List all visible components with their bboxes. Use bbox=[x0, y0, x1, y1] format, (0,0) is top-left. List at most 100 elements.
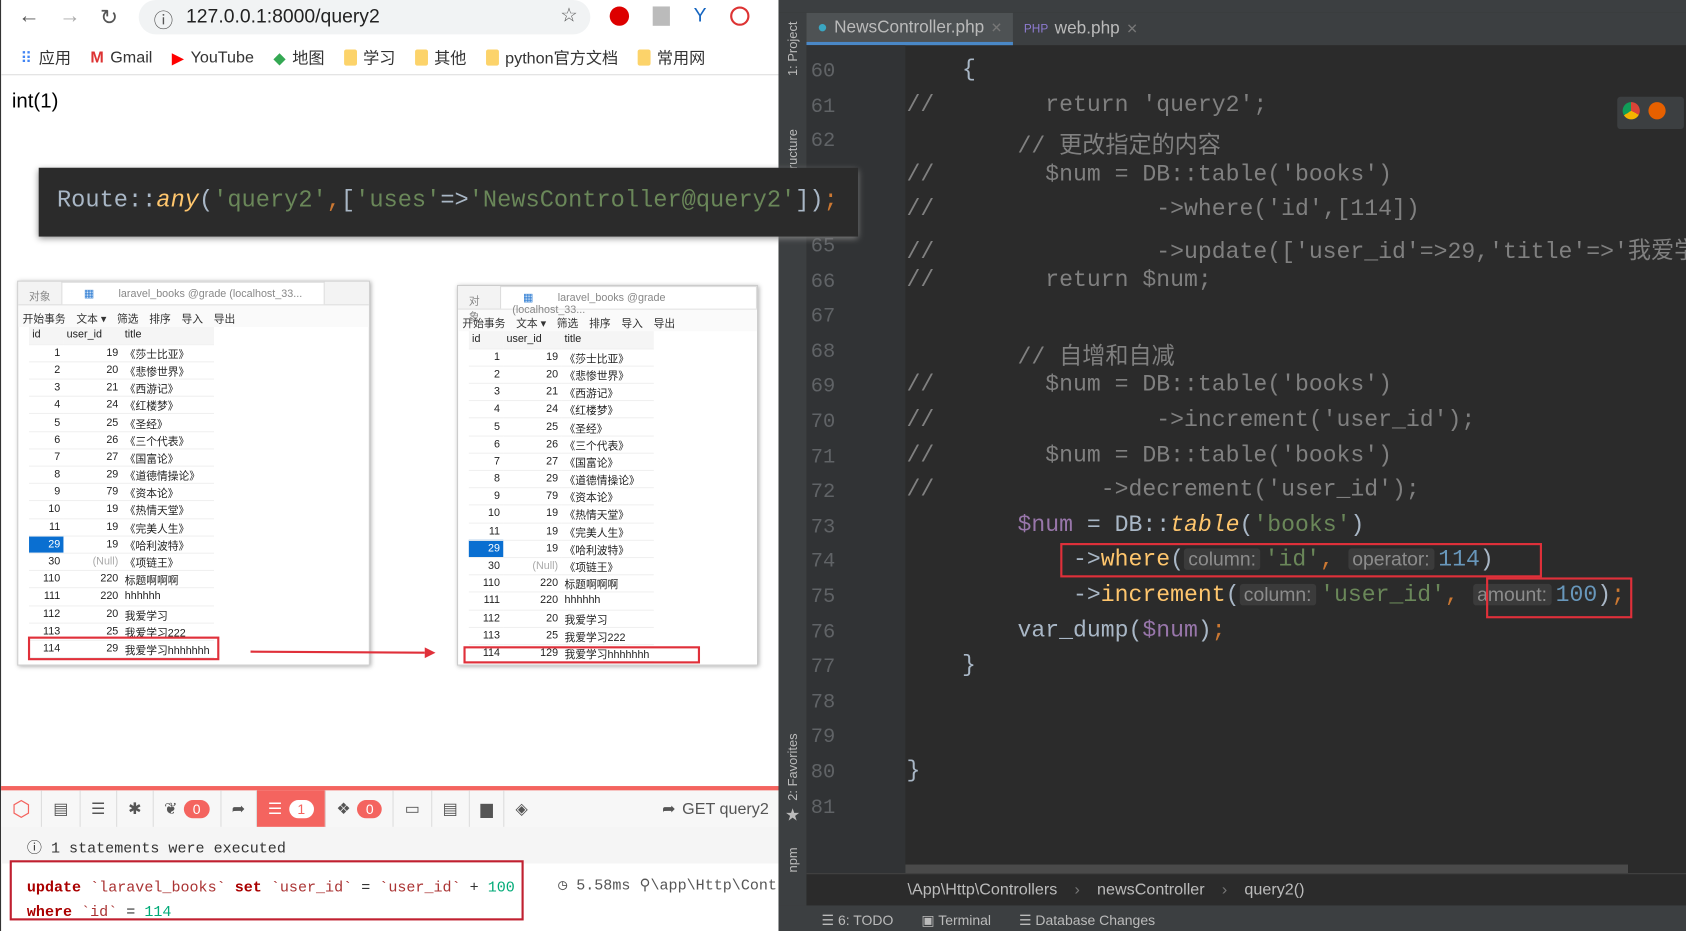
table-row[interactable]: 2 20 《悲惨世界》 bbox=[468, 366, 654, 384]
table-row[interactable]: 9 79 《资本论》 bbox=[468, 487, 654, 506]
toolbar-button[interactable]: 筛选 bbox=[117, 310, 139, 326]
bookmark-folder[interactable]: 学习 bbox=[343, 46, 395, 69]
breadcrumb-item[interactable]: newsController bbox=[1097, 881, 1205, 906]
table-row[interactable]: 8 29 《道德情操论》 bbox=[29, 466, 214, 485]
toolbar-button[interactable]: 导入 bbox=[182, 310, 204, 326]
table-row[interactable]: 9 79 《资本论》 bbox=[29, 483, 214, 502]
table-row[interactable]: 5 25 《圣经》 bbox=[29, 413, 214, 432]
table-row[interactable]: 6 26 《三个代表》 bbox=[468, 435, 654, 454]
models-tab[interactable]: ❖ 0 bbox=[326, 790, 395, 827]
table-row[interactable]: 1 19 《莎士比亚》 bbox=[468, 348, 654, 367]
table-row[interactable]: 2 20 《悲惨世界》 bbox=[29, 361, 214, 380]
bookmark-star-icon[interactable]: ☆ bbox=[560, 4, 577, 27]
table-row[interactable]: 29 19 《哈利波特》 bbox=[29, 535, 214, 554]
table-row[interactable]: 113 25 我爱学习222 bbox=[468, 627, 654, 646]
table-row[interactable]: 11 19 《完美人生》 bbox=[29, 518, 214, 537]
toolbar-button[interactable]: 开始事务 bbox=[23, 310, 66, 326]
reload-icon[interactable]: ↻ bbox=[100, 4, 118, 31]
bookmark-youtube[interactable]: ▶ YouTube bbox=[172, 48, 254, 67]
table-row[interactable]: 111 220 hhhhhh bbox=[468, 592, 654, 611]
exceptions-bug-icon[interactable]: ✱ bbox=[117, 790, 154, 827]
project-tool-button[interactable]: 1: Project bbox=[785, 22, 800, 77]
column-header[interactable]: user_id bbox=[63, 326, 122, 345]
table-row[interactable]: 7 27 《国富论》 bbox=[468, 453, 654, 471]
breadcrumb-item[interactable]: \App\Http\Controllers bbox=[908, 881, 1058, 906]
vpn-extension-icon[interactable]: Y bbox=[694, 4, 707, 27]
close-icon[interactable]: ✕ bbox=[991, 19, 1003, 36]
column-header[interactable]: id bbox=[468, 331, 504, 350]
terminal-tool-button[interactable]: ▣ Terminal bbox=[921, 912, 991, 931]
database-changes-button[interactable]: ☰ Database Changes bbox=[1019, 912, 1155, 931]
route-tab-icon[interactable]: ➦ bbox=[221, 790, 258, 827]
bookmark-folder[interactable]: python官方文档 bbox=[485, 46, 618, 69]
horizontal-scrollbar[interactable] bbox=[905, 864, 1629, 874]
extension-icon[interactable] bbox=[652, 6, 670, 26]
forward-icon[interactable]: → bbox=[59, 4, 81, 29]
table-row[interactable]: 110 220 标题啊啊啊 bbox=[29, 570, 214, 589]
request-info[interactable]: ➦ GET query2 bbox=[651, 790, 779, 827]
table-row[interactable]: 111 220 hhhhhh bbox=[29, 587, 214, 606]
table-row[interactable]: 6 26 《三个代表》 bbox=[29, 431, 214, 450]
tab-web-php[interactable]: PHP web.php ✕ bbox=[1013, 13, 1149, 45]
toolbar-button[interactable]: 排序 bbox=[589, 314, 611, 330]
table-row[interactable]: 29 19 《哈利波特》 bbox=[468, 540, 654, 559]
toolbar-button[interactable]: 排序 bbox=[149, 310, 171, 326]
timeline-tab-icon[interactable]: ☰ bbox=[80, 790, 118, 827]
table-row[interactable]: 3 21 《西游记》 bbox=[468, 383, 654, 402]
tags-icon[interactable]: ◈ bbox=[505, 790, 539, 827]
table-row[interactable]: 8 29 《道德情操论》 bbox=[468, 470, 654, 489]
favorites-tool-button[interactable]: 2: Favorites bbox=[785, 733, 800, 800]
bookmark-folder[interactable]: 常用网 bbox=[637, 46, 705, 69]
column-header[interactable]: id bbox=[29, 326, 64, 345]
request-tab-icon[interactable]: ▤ bbox=[432, 790, 470, 827]
toolbar-button[interactable]: 筛选 bbox=[557, 314, 579, 330]
bookmark-gmail[interactable]: M Gmail bbox=[90, 48, 152, 66]
breadcrumb-item[interactable]: query2() bbox=[1244, 881, 1304, 906]
table-row[interactable]: 10 19 《热情天堂》 bbox=[468, 505, 654, 524]
laravel-logo-icon[interactable]: ⬡ bbox=[1, 790, 43, 827]
close-icon[interactable]: ✕ bbox=[1126, 20, 1138, 37]
table-row[interactable]: 30 (Null) 《项链王》 bbox=[29, 553, 214, 572]
queries-tab[interactable]: ☰ 1 bbox=[257, 790, 326, 827]
views-tab[interactable]: ❦ 0 bbox=[153, 790, 221, 827]
npm-tool-button[interactable]: npm bbox=[785, 847, 800, 872]
address-bar[interactable]: ⓘ 127.0.0.1:8000/query2 ☆ bbox=[138, 0, 591, 35]
adblock-extension-icon[interactable] bbox=[609, 6, 630, 26]
column-header[interactable]: user_id bbox=[503, 331, 562, 350]
table-row[interactable]: 110 220 标题啊啊啊 bbox=[468, 574, 654, 593]
table-row[interactable]: 4 24 《红楼梦》 bbox=[29, 396, 214, 415]
table-row[interactable]: 10 19 《热情天堂》 bbox=[29, 500, 214, 519]
extension-icon[interactable] bbox=[730, 6, 750, 26]
table-tab[interactable]: ▦ laravel_books @grade (localhost_33... bbox=[61, 281, 325, 305]
table-row[interactable]: 5 25 《圣经》 bbox=[468, 418, 654, 437]
table-row[interactable]: 112 20 我爱学习 bbox=[468, 609, 654, 628]
table-row[interactable]: 1 19 《莎士比亚》 bbox=[29, 344, 214, 363]
toolbar-button[interactable]: 导入 bbox=[621, 314, 643, 330]
table-row[interactable]: 11 19 《完美人生》 bbox=[468, 522, 654, 541]
toolbar-button[interactable]: 导出 bbox=[214, 310, 236, 326]
session-archive-icon[interactable]: ▆ bbox=[470, 790, 505, 827]
table-row[interactable]: 3 21 《西游记》 bbox=[29, 379, 214, 398]
bookmark-apps[interactable]: ⠿ 应用 bbox=[20, 46, 71, 69]
column-header[interactable]: title bbox=[121, 326, 214, 345]
column-header[interactable]: title bbox=[561, 331, 654, 350]
toolbar-button[interactable]: 文本 ▾ bbox=[516, 314, 546, 330]
bookmark-maps[interactable]: ◆ 地图 bbox=[273, 46, 324, 69]
objects-tab[interactable]: 对象 bbox=[18, 282, 61, 305]
toolbar-button[interactable]: 开始事务 bbox=[462, 314, 505, 330]
todo-tool-button[interactable]: ☰ 6: TODO bbox=[822, 912, 894, 931]
table-tab[interactable]: ▦ laravel_books @grade (localhost_33... bbox=[500, 286, 758, 316]
chrome-icon[interactable] bbox=[1622, 102, 1640, 120]
table-row[interactable]: 7 27 《国富论》 bbox=[29, 448, 214, 467]
table-row[interactable]: 112 20 我爱学习 bbox=[29, 605, 214, 624]
objects-tab[interactable]: 对象 bbox=[458, 286, 500, 324]
tab-newscontroller[interactable]: ● NewsController.php ✕ bbox=[806, 12, 1014, 46]
back-icon[interactable]: ← bbox=[18, 4, 40, 29]
table-row[interactable]: 30 (Null) 《项链王》 bbox=[468, 557, 654, 576]
toolbar-button[interactable]: 导出 bbox=[654, 314, 676, 330]
mail-inbox-icon[interactable]: ▭ bbox=[394, 790, 432, 827]
table-row[interactable]: 4 24 《红楼梦》 bbox=[468, 400, 654, 419]
toolbar-button[interactable]: 文本 ▾ bbox=[76, 310, 106, 326]
messages-tab-icon[interactable]: ▤ bbox=[42, 790, 81, 827]
firefox-icon[interactable] bbox=[1648, 102, 1666, 120]
